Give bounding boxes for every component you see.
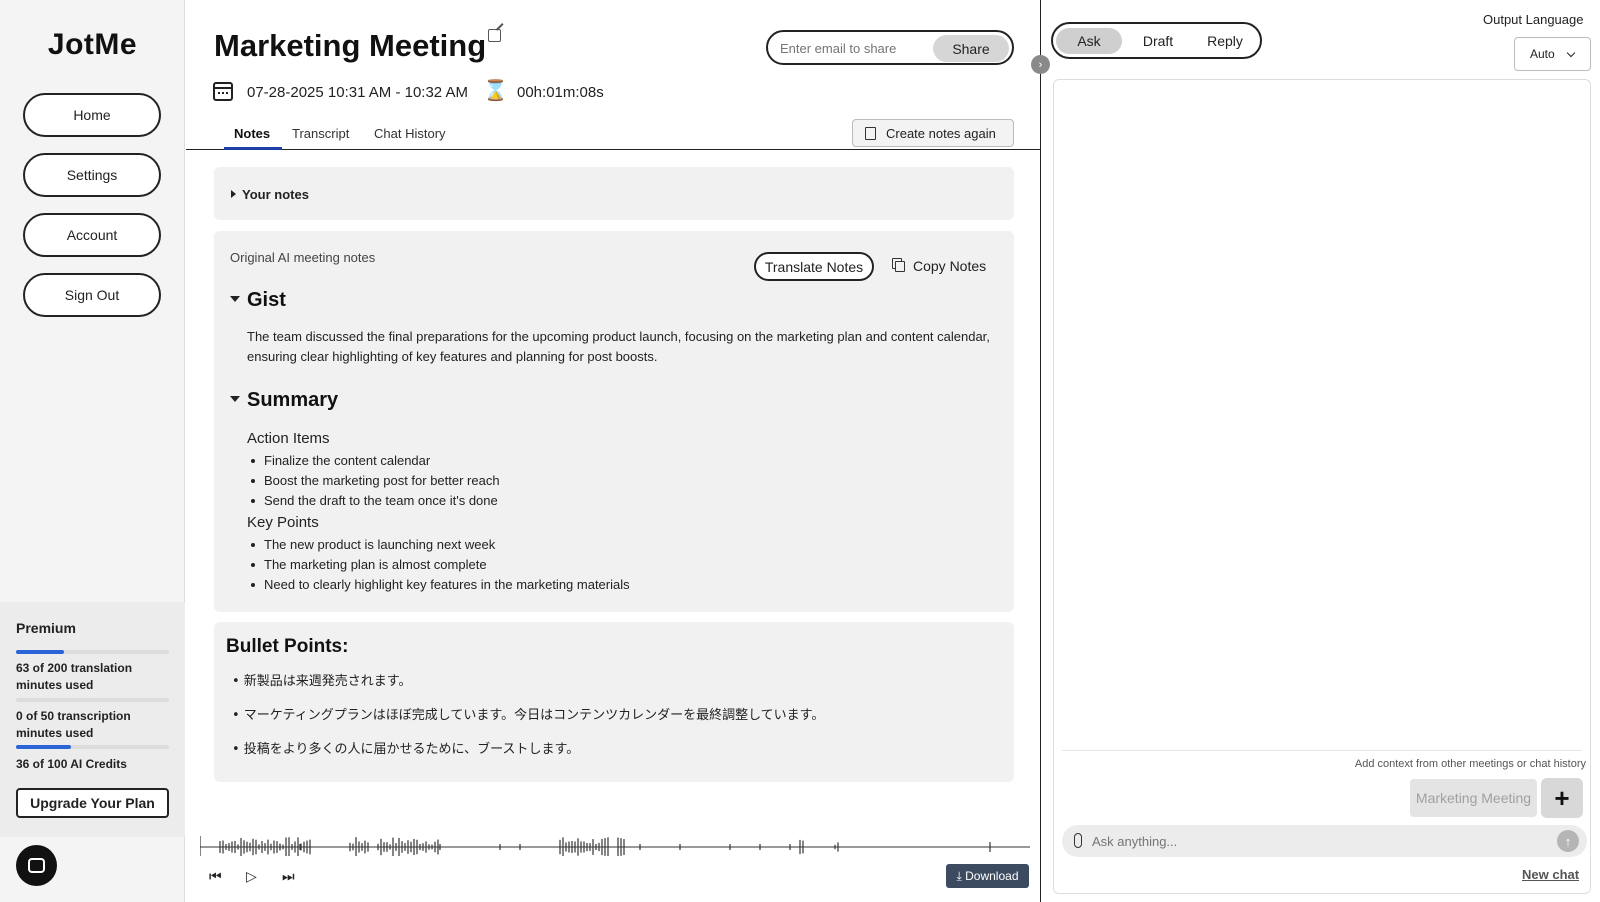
transcription-usage-text: 0 of 50 transcription minutes used xyxy=(16,709,131,740)
list-item: Finalize the content calendar xyxy=(250,451,500,471)
active-tab-indicator xyxy=(224,147,282,150)
translation-usage-text: 63 of 200 translation minutes used xyxy=(16,661,133,692)
ask-box: ↑ xyxy=(1062,825,1587,857)
chevron-down-icon xyxy=(1566,48,1576,58)
gist-heading: Gist xyxy=(247,289,286,311)
ai-credits-bar xyxy=(16,745,169,749)
summary-heading: Summary xyxy=(247,389,339,411)
account-button[interactable]: Account xyxy=(23,213,161,257)
mode-reply[interactable]: Reply xyxy=(1192,28,1258,54)
send-button[interactable]: ↑ xyxy=(1557,830,1579,852)
gist-text: The team discussed the final preparation… xyxy=(247,329,990,364)
output-language-select[interactable]: Auto xyxy=(1514,37,1591,71)
home-button[interactable]: Home xyxy=(23,93,161,137)
skip-forward-icon[interactable]: ⏭ xyxy=(282,868,295,885)
tabs-divider xyxy=(186,149,1040,150)
collapse-panel-button[interactable]: › xyxy=(1031,55,1050,74)
support-chat-button[interactable] xyxy=(16,845,57,886)
settings-button[interactable]: Settings xyxy=(23,153,161,197)
your-notes-label: Your notes xyxy=(242,187,309,202)
ai-credits-text: 36 of 100 AI Credits xyxy=(16,757,127,771)
caret-down-icon xyxy=(230,396,240,402)
panel-divider xyxy=(1040,0,1041,902)
ai-credits-fill xyxy=(16,745,72,749)
ask-input[interactable] xyxy=(1092,831,1532,851)
original-notes-label: Original AI meeting notes xyxy=(230,250,376,265)
output-language-label: Output Language xyxy=(1483,12,1584,27)
mode-ask[interactable]: Ask xyxy=(1056,28,1122,54)
bullet-point: • マーケティングプランはほぼ完成しています。今日はコンテンツカレンダーを最終調… xyxy=(232,708,825,723)
copy-notes-label: Copy Notes xyxy=(913,258,987,274)
action-items-heading: Action Items xyxy=(247,430,330,447)
tab-notes[interactable]: Notes xyxy=(234,126,270,141)
chat-separator xyxy=(1062,750,1582,751)
share-form: Share xyxy=(766,30,1014,65)
tab-transcript[interactable]: Transcript xyxy=(292,126,349,141)
edit-icon[interactable] xyxy=(488,29,501,42)
list-item: The marketing plan is almost complete xyxy=(250,555,630,575)
key-points-list: The new product is launching next week T… xyxy=(250,535,630,595)
caret-right-icon xyxy=(231,190,236,198)
your-notes-card xyxy=(214,167,1014,220)
list-item: The new product is launching next week xyxy=(250,535,630,555)
add-context-button[interactable]: + xyxy=(1541,778,1583,818)
bullet-point: • 新製品は来週発売されます。 xyxy=(232,674,412,689)
your-notes-toggle[interactable]: Your notes xyxy=(231,187,309,202)
chat-icon xyxy=(28,858,45,873)
plan-name: Premium xyxy=(16,620,76,636)
download-button[interactable]: ⤓ Download xyxy=(946,864,1029,888)
upgrade-plan-button[interactable]: Upgrade Your Plan xyxy=(16,788,169,818)
sign-out-button[interactable]: Sign Out xyxy=(23,273,161,317)
list-item: Boost the marketing post for better reac… xyxy=(250,471,500,491)
app-logo[interactable]: JotMe xyxy=(0,28,185,62)
caret-down-icon xyxy=(230,296,240,302)
share-button[interactable]: Share xyxy=(933,35,1009,62)
audio-waveform[interactable] xyxy=(200,832,1030,856)
meeting-title: Marketing Meeting xyxy=(214,28,487,63)
output-language-value: Auto xyxy=(1530,47,1555,61)
create-notes-again-button[interactable]: Create notes again xyxy=(852,119,1014,147)
mode-switcher: Ask Draft Reply xyxy=(1051,22,1262,59)
mode-draft[interactable]: Draft xyxy=(1125,28,1191,54)
paperclip-icon[interactable] xyxy=(1074,833,1082,848)
bullet-point: • 投稿をより多くの人に届かせるために、ブーストします。 xyxy=(232,742,580,757)
chat-area xyxy=(1053,79,1591,894)
skip-back-icon[interactable]: ⏮ xyxy=(209,868,222,885)
summary-toggle[interactable]: Summary xyxy=(230,389,338,412)
action-items-list: Finalize the content calendar Boost the … xyxy=(250,451,500,511)
transcription-usage-bar xyxy=(16,698,169,702)
meeting-duration: 00h:01m:08s xyxy=(517,84,604,101)
copy-notes-button[interactable]: Copy Notes xyxy=(895,258,986,274)
hourglass-icon: ⌛ xyxy=(483,80,508,102)
calendar-icon xyxy=(213,82,233,101)
list-item: Send the draft to the team once it's don… xyxy=(250,491,500,511)
share-email-input[interactable] xyxy=(780,38,930,58)
create-notes-again-label: Create notes again xyxy=(886,125,996,141)
notes-icon xyxy=(865,127,876,140)
list-item: Need to clearly highlight key features i… xyxy=(250,575,630,595)
tab-chat-history[interactable]: Chat History xyxy=(374,126,446,141)
translation-usage-fill xyxy=(16,650,65,654)
context-hint: Add context from other meetings or chat … xyxy=(1354,758,1586,770)
context-chip[interactable]: Marketing Meeting xyxy=(1410,779,1537,817)
copy-icon xyxy=(895,261,905,272)
meeting-date-range: 07-28-2025 10:31 AM - 10:32 AM xyxy=(247,84,468,101)
gist-toggle[interactable]: Gist xyxy=(230,289,286,312)
download-label: Download xyxy=(965,869,1019,883)
translate-notes-button[interactable]: Translate Notes xyxy=(754,252,874,281)
key-points-heading: Key Points xyxy=(247,514,319,531)
bullet-points-heading: Bullet Points: xyxy=(226,636,349,657)
new-chat-link[interactable]: New chat xyxy=(1522,867,1579,882)
translation-usage-bar xyxy=(16,650,169,654)
play-icon[interactable]: ▷ xyxy=(246,868,257,885)
